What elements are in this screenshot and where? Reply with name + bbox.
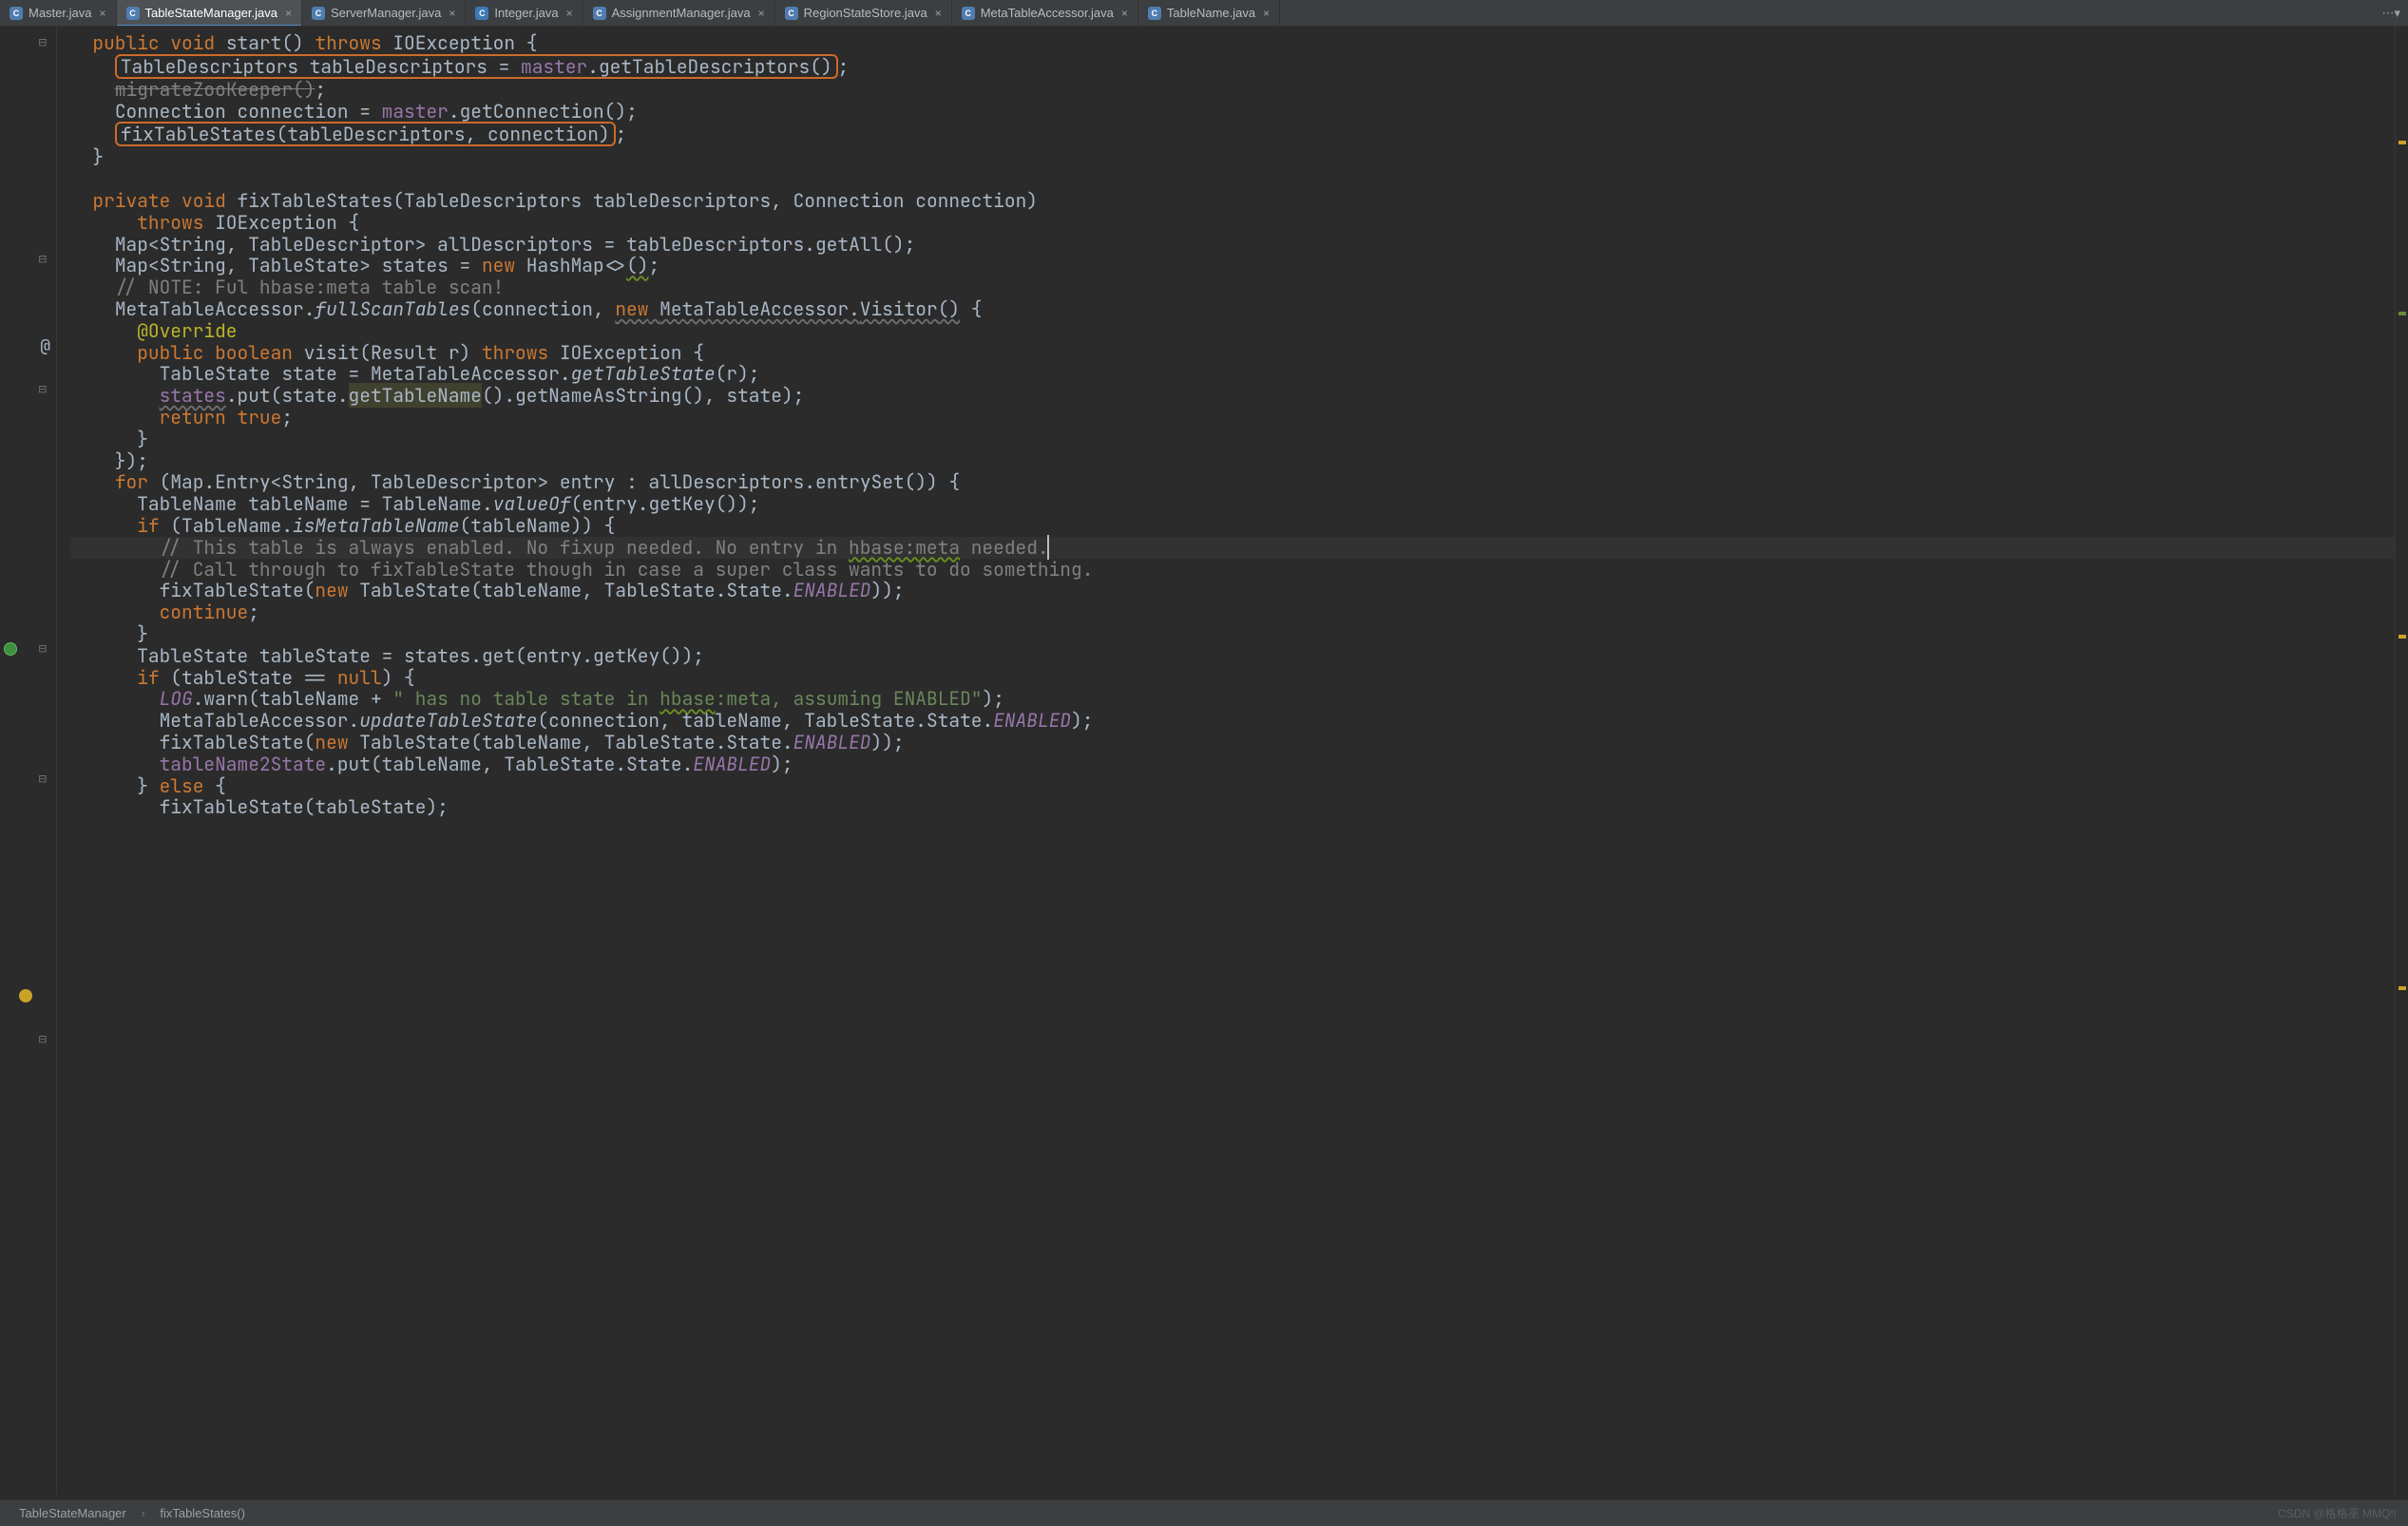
class-icon: C <box>475 7 488 20</box>
stripe-ok[interactable] <box>2398 312 2406 315</box>
close-icon[interactable]: × <box>99 7 105 20</box>
close-icon[interactable]: × <box>935 7 942 20</box>
intention-bulb-icon[interactable] <box>19 989 32 1002</box>
fold-icon[interactable]: ⊟ <box>39 381 50 398</box>
fold-icon[interactable]: ⊟ <box>39 1031 50 1048</box>
caret-line: // This table is always enabled. No fixu… <box>70 537 2395 559</box>
close-icon[interactable]: × <box>758 7 765 20</box>
stripe-warning[interactable] <box>2398 141 2406 144</box>
override-gutter-icon[interactable]: @ <box>40 335 50 357</box>
tab-label: AssignmentManager.java <box>612 6 751 20</box>
error-stripe[interactable] <box>2395 27 2408 1496</box>
breadcrumb-method[interactable]: fixTableStates() <box>152 1504 253 1522</box>
tab-master[interactable]: C Master.java × <box>0 0 117 26</box>
close-icon[interactable]: × <box>566 7 573 20</box>
stripe-warning[interactable] <box>2398 635 2406 639</box>
breadcrumbs: TableStateManager › fixTableStates() CSD… <box>0 1499 2408 1526</box>
tab-regionstatestore[interactable]: C RegionStateStore.java × <box>775 0 952 26</box>
class-icon: C <box>312 7 325 20</box>
fold-icon[interactable]: ⊟ <box>39 640 50 658</box>
highlighted-code-2: fixTableStates(tableDescriptors, connect… <box>115 122 616 146</box>
editor-area: ⊟ ⊟ @ ⊟ ⊟ ⊟ ⊟ public void start() throws… <box>0 27 2408 1496</box>
gutter[interactable]: ⊟ ⊟ @ ⊟ ⊟ ⊟ ⊟ <box>0 27 57 1496</box>
class-icon: C <box>126 7 140 20</box>
stripe-warning[interactable] <box>2398 986 2406 990</box>
close-icon[interactable]: × <box>285 7 292 20</box>
class-icon: C <box>593 7 606 20</box>
watermark: CSDN @格格巫 MMQ!! <box>2278 1505 2397 1521</box>
tab-tablestatemanager[interactable]: C TableStateManager.java × <box>117 0 303 26</box>
class-icon: C <box>10 7 23 20</box>
highlighted-code-1: TableDescriptors tableDescriptors = mast… <box>115 54 838 79</box>
close-icon[interactable]: × <box>1121 7 1128 20</box>
tab-servermanager[interactable]: C ServerManager.java × <box>302 0 466 26</box>
class-icon: C <box>1148 7 1161 20</box>
tab-label: ServerManager.java <box>331 6 441 20</box>
tab-assignmentmanager[interactable]: C AssignmentManager.java × <box>583 0 775 26</box>
tab-label: Integer.java <box>494 6 558 20</box>
fold-icon[interactable]: ⊟ <box>39 34 50 51</box>
tab-label: TableName.java <box>1167 6 1255 20</box>
fold-icon[interactable]: ⊟ <box>39 251 50 268</box>
chevron-right-icon: › <box>137 1506 148 1520</box>
close-icon[interactable]: × <box>1263 7 1270 20</box>
tab-tablename[interactable]: C TableName.java × <box>1138 0 1280 26</box>
class-icon: C <box>785 7 798 20</box>
breadcrumb-class[interactable]: TableStateManager <box>11 1504 134 1522</box>
tab-label: Master.java <box>29 6 91 20</box>
overflow-icon: ⋯▾ <box>2381 6 2400 21</box>
tab-label: MetaTableAccessor.java <box>981 6 1114 20</box>
tab-integer[interactable]: C Integer.java × <box>466 0 583 26</box>
tab-label: RegionStateStore.java <box>804 6 927 20</box>
fold-icon[interactable]: ⊟ <box>39 771 50 788</box>
class-icon: C <box>962 7 975 20</box>
close-icon[interactable]: × <box>449 7 455 20</box>
tab-label: TableStateManager.java <box>145 6 277 20</box>
tab-metatableaccessor[interactable]: C MetaTableAccessor.java × <box>952 0 1138 26</box>
tab-overflow[interactable]: ⋯▾ <box>2381 6 2408 21</box>
editor-tabs: C Master.java × C TableStateManager.java… <box>0 0 2408 27</box>
code-editor[interactable]: public void start() throws IOException {… <box>57 27 2395 1496</box>
